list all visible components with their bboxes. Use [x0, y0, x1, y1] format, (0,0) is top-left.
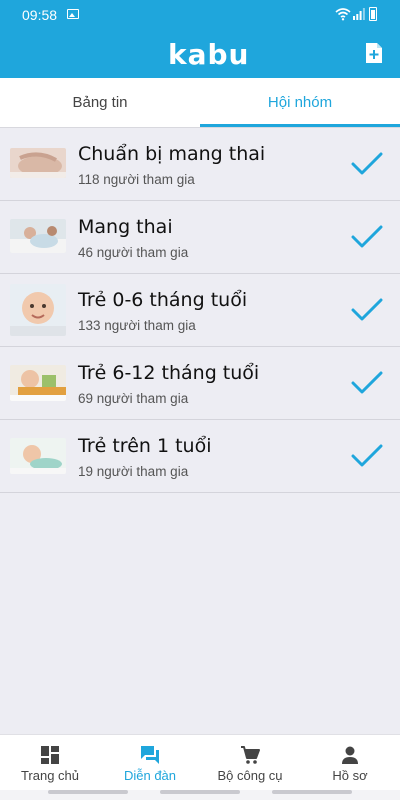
- group-member-count: 46 người tham gia: [78, 245, 189, 260]
- battery-icon: [369, 7, 377, 21]
- joined-check-icon[interactable]: [350, 369, 384, 397]
- person-icon: [342, 746, 358, 764]
- gesture-handle: [272, 790, 352, 794]
- dashboard-icon: [41, 746, 59, 764]
- group-member-count: 19 người tham gia: [78, 464, 189, 479]
- nav-label: Hồ sơ: [332, 768, 368, 783]
- forum-icon: [141, 746, 159, 764]
- tab-bar: Bảng tin Hội nhóm: [0, 78, 400, 128]
- image-notification-icon: [67, 9, 79, 19]
- gesture-handle: [160, 790, 240, 794]
- nav-home[interactable]: Trang chủ: [0, 735, 100, 791]
- nav-label: Diễn đàn: [123, 768, 177, 783]
- active-tab-indicator: [200, 124, 400, 127]
- group-item[interactable]: Trẻ 6-12 tháng tuổi 69 người tham gia: [0, 347, 400, 420]
- wifi-icon: [335, 8, 351, 21]
- app-logo: kabu: [168, 38, 250, 71]
- status-time: 09:58: [22, 7, 58, 23]
- group-item[interactable]: Trẻ trên 1 tuổi 19 người tham gia: [0, 420, 400, 493]
- cart-icon: [241, 746, 260, 764]
- joined-check-icon[interactable]: [350, 150, 384, 178]
- group-item[interactable]: Chuẩn bị mang thai 118 người tham gia: [0, 128, 400, 201]
- group-title: Trẻ 6-12 tháng tuổi: [78, 362, 260, 384]
- group-item[interactable]: Trẻ 0-6 tháng tuổi 133 người tham gia: [0, 274, 400, 347]
- group-title: Chuẩn bị mang thai: [78, 143, 266, 165]
- group-thumbnail-toddler: [10, 438, 66, 474]
- group-title: Trẻ trên 1 tuổi: [78, 435, 212, 457]
- group-thumbnail-infant-0-6: [10, 284, 66, 336]
- joined-check-icon[interactable]: [350, 223, 384, 251]
- joined-check-icon[interactable]: [350, 296, 384, 324]
- group-title: Mang thai: [78, 216, 173, 238]
- app-bar: kabu: [0, 30, 400, 78]
- bottom-navigation: Trang chủ Diễn đàn Bộ công cụ Hồ sơ: [0, 734, 400, 790]
- joined-check-icon[interactable]: [350, 442, 384, 470]
- gesture-handle: [48, 790, 128, 794]
- nav-label: Trang chủ: [20, 768, 80, 783]
- signal-icon: [353, 8, 365, 20]
- group-member-count: 69 người tham gia: [78, 391, 189, 406]
- group-member-count: 133 người tham gia: [78, 318, 196, 333]
- group-thumbnail-pregnancy: [10, 219, 66, 253]
- tab-news-feed[interactable]: Bảng tin: [0, 78, 200, 128]
- nav-profile[interactable]: Hồ sơ: [300, 735, 400, 791]
- nav-forum[interactable]: Diễn đàn: [100, 735, 200, 791]
- nav-label: Bộ công cụ: [217, 768, 283, 783]
- nav-toolkit[interactable]: Bộ công cụ: [200, 735, 300, 791]
- group-title: Trẻ 0-6 tháng tuổi: [78, 289, 248, 311]
- tab-groups[interactable]: Hội nhóm: [200, 78, 400, 128]
- new-post-icon[interactable]: [364, 42, 384, 64]
- group-thumbnail-pregnancy-prep: [10, 148, 66, 178]
- status-bar: 09:58: [0, 0, 400, 30]
- group-list: Chuẩn bị mang thai 118 người tham gia Ma…: [0, 128, 400, 493]
- group-thumbnail-infant-6-12: [10, 365, 66, 401]
- group-item[interactable]: Mang thai 46 người tham gia: [0, 201, 400, 274]
- group-member-count: 118 người tham gia: [78, 172, 195, 187]
